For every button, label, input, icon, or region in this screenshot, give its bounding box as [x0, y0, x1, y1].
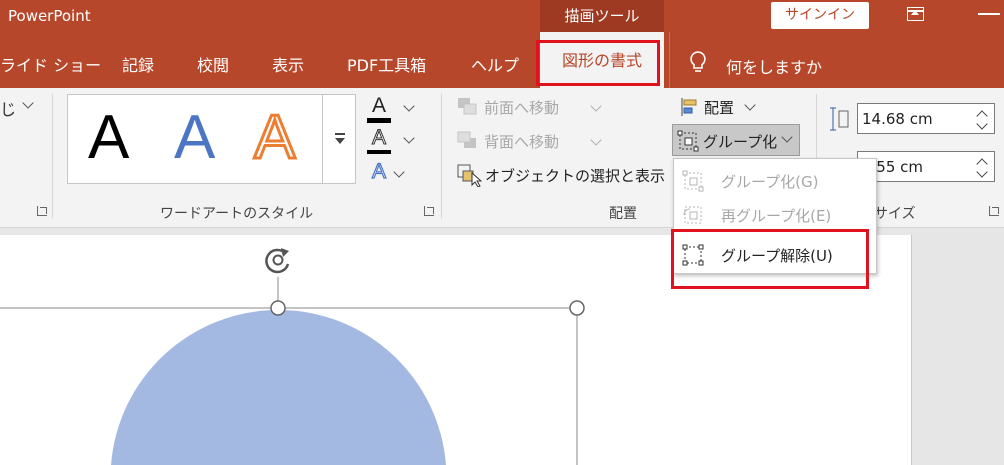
- arrange-group-label: 配置: [609, 206, 637, 222]
- tab-highlight-box: [536, 40, 660, 86]
- shape-styles-launcher-icon[interactable]: [37, 206, 47, 216]
- gallery-more-button[interactable]: [322, 94, 356, 184]
- align-icon: [681, 98, 697, 116]
- tab-pdf-toolbox[interactable]: PDF工具箱: [347, 52, 426, 76]
- semicircle-shape[interactable]: [111, 309, 446, 465]
- shape-height-icon: [830, 107, 849, 131]
- tab-review[interactable]: 校閲: [197, 52, 229, 76]
- text-effects-button[interactable]: A: [367, 159, 391, 186]
- wordart-style-black[interactable]: A: [88, 103, 129, 173]
- send-backward-icon: [457, 131, 476, 148]
- contextual-tab-group-label: 描画ツール: [540, 0, 664, 32]
- align-label: 配置: [704, 99, 735, 117]
- height-spin-down-icon[interactable]: [976, 118, 988, 130]
- group-icon: [677, 130, 699, 152]
- group-icon: [682, 170, 704, 192]
- text-outline-button[interactable]: A: [367, 126, 391, 154]
- align-button[interactable]: 配置: [704, 97, 734, 118]
- size-launcher-icon[interactable]: [989, 206, 999, 216]
- menu-item-group[interactable]: グループ化(G): [674, 163, 878, 197]
- bring-forward-button[interactable]: 前面へ移動: [484, 97, 559, 118]
- ungroup-highlight-box: [671, 229, 869, 289]
- group-button[interactable]: グループ化: [672, 124, 800, 156]
- shape-height-value: 14.68 cm: [862, 110, 933, 128]
- shape-height-field[interactable]: 14.68 cm: [857, 103, 995, 134]
- shape-style-dropdown[interactable]: じ: [0, 96, 34, 120]
- width-spin-down-icon[interactable]: [976, 166, 988, 178]
- resize-handle-top-right[interactable]: [569, 300, 585, 316]
- send-backward-chevron-icon: [590, 134, 602, 146]
- minimize-icon[interactable]: [978, 13, 1000, 15]
- bring-forward-label: 前面へ移動: [484, 99, 560, 117]
- tab-help[interactable]: ヘルプ: [471, 52, 519, 76]
- signin-button[interactable]: サインイン: [771, 2, 869, 29]
- text-outline-icon: A: [371, 126, 386, 150]
- menu-item-regroup-label: 再グループ化(E): [721, 207, 832, 225]
- title-bar: PowerPoint 描画ツール サインイン: [0, 0, 1004, 32]
- tell-me-search[interactable]: 何をしますか: [726, 54, 822, 78]
- group-chevron-icon: [781, 131, 793, 143]
- wordart-gallery[interactable]: A A A: [67, 94, 356, 184]
- wordart-launcher-icon[interactable]: [424, 206, 434, 216]
- text-fill-icon: A: [371, 94, 386, 117]
- menu-item-group-label: グループ化(G): [721, 173, 819, 191]
- selection-pane-label: オブジェクトの選択と表示: [485, 167, 666, 185]
- send-backward-button[interactable]: 背面へ移動: [484, 131, 559, 152]
- rotate-handle-icon[interactable]: [265, 248, 290, 274]
- selection-pane-icon: [457, 164, 482, 187]
- menu-item-regroup[interactable]: 再グループ化(E): [674, 197, 878, 231]
- app-title: PowerPoint: [8, 7, 91, 25]
- resize-handle-top[interactable]: [270, 300, 286, 316]
- text-fill-chevron-icon[interactable]: [403, 100, 415, 112]
- text-effects-icon: A: [371, 159, 386, 183]
- wordart-group-label: ワードアートのスタイル: [160, 206, 314, 222]
- shape-style-partial-label: じ: [0, 100, 17, 119]
- size-group-label: サイズ: [874, 206, 916, 222]
- send-backward-label: 背面へ移動: [484, 133, 560, 151]
- tab-slideshow[interactable]: ライド ショー: [0, 52, 101, 76]
- text-outline-chevron-icon[interactable]: [403, 132, 415, 144]
- selection-pane-button[interactable]: オブジェクトの選択と表示: [485, 165, 665, 186]
- wordart-style-blue[interactable]: A: [174, 103, 215, 173]
- tab-record[interactable]: 記録: [122, 52, 154, 76]
- ribbon-tabs: ライド ショー 記録 校閲 表示 PDF工具箱 ヘルプ 図形の書式 何をしますか: [0, 32, 1004, 88]
- text-effects-chevron-icon[interactable]: [393, 166, 405, 178]
- lightbulb-icon: [690, 51, 706, 72]
- group-label: グループ化: [703, 133, 778, 151]
- tab-view[interactable]: 表示: [272, 52, 304, 76]
- ribbon-display-options-icon[interactable]: [905, 4, 927, 26]
- regroup-icon: [683, 206, 702, 224]
- wordart-style-orange-outline[interactable]: A: [252, 102, 296, 174]
- bring-forward-chevron-icon: [590, 100, 602, 112]
- text-fill-button[interactable]: A: [367, 94, 391, 123]
- tab-divider: [669, 32, 670, 88]
- align-chevron-icon[interactable]: [744, 99, 756, 111]
- bring-forward-icon: [458, 98, 477, 115]
